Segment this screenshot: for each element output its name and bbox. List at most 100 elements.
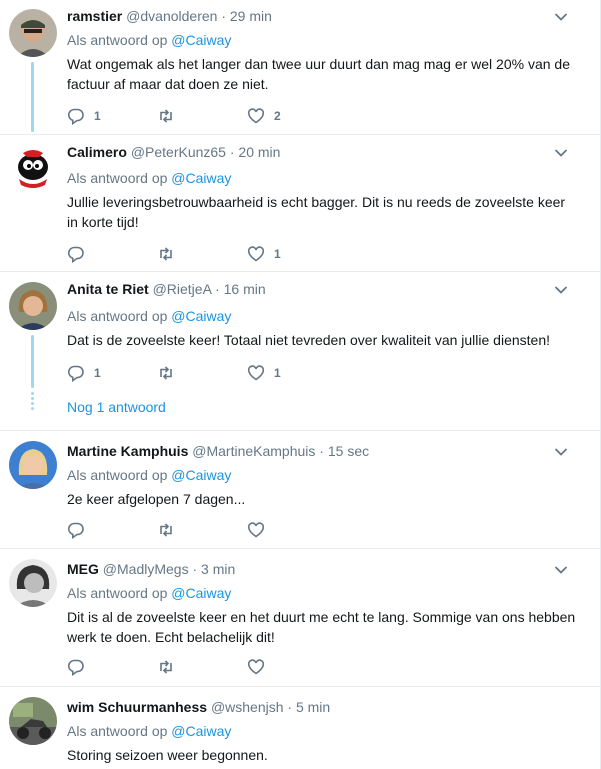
timestamp[interactable]: 29 min: [230, 8, 272, 24]
reply-to-link[interactable]: @Caiway: [171, 467, 231, 483]
reply-button[interactable]: [67, 521, 157, 539]
timestamp[interactable]: 15 sec: [328, 443, 369, 459]
display-name[interactable]: Martine Kamphuis: [67, 443, 188, 459]
timestamp[interactable]: 20 min: [238, 144, 280, 160]
chevron-down-icon[interactable]: [554, 447, 568, 457]
reply-icon: [67, 108, 84, 125]
reply-context: Als antwoord op @Caiway: [67, 584, 231, 602]
tweet-header: Calimero @PeterKunz65 · 20 min: [67, 143, 280, 161]
retweet-button[interactable]: [157, 107, 247, 125]
tweet-header: ramstier @dvanolderen · 29 min: [67, 7, 272, 25]
like-icon: [247, 246, 265, 262]
avatar[interactable]: [9, 282, 57, 330]
reply-to-link[interactable]: @Caiway: [171, 170, 231, 186]
reply-to-link[interactable]: @Caiway: [171, 723, 231, 739]
display-name[interactable]: Calimero: [67, 144, 127, 160]
tweet-text: Wat ongemak als het langer dan twee uur …: [67, 56, 570, 92]
reply-prefix: Als antwoord op: [67, 723, 168, 739]
tweet[interactable]: wim Schuurmanhess @wshenjsh · 5 min Als …: [0, 688, 600, 769]
retweet-button[interactable]: [157, 364, 247, 382]
user-handle[interactable]: @MadlyMegs: [103, 561, 189, 577]
reply-to-link[interactable]: @Caiway: [171, 308, 231, 324]
reply-context: Als antwoord op @Caiway: [67, 466, 231, 484]
user-handle[interactable]: @dvanolderen: [126, 8, 217, 24]
like-button[interactable]: [247, 658, 337, 676]
tweet[interactable]: Anita te Riet @RietjeA · 16 min Als antw…: [0, 273, 600, 431]
reply-prefix: Als antwoord op: [67, 308, 168, 324]
tweet-text: Storing seizoen weer begonnen.: [67, 747, 268, 763]
user-handle[interactable]: @RietjeA: [153, 281, 212, 297]
reply-prefix: Als antwoord op: [67, 170, 168, 186]
reply-to-link[interactable]: @Caiway: [171, 585, 231, 601]
reply-icon: [67, 522, 84, 539]
avatar[interactable]: [9, 145, 57, 193]
timestamp[interactable]: 16 min: [224, 281, 266, 297]
timestamp[interactable]: 5 min: [296, 699, 330, 715]
reply-context: Als antwoord op @Caiway: [67, 307, 231, 325]
user-handle[interactable]: @PeterKunz65: [131, 144, 226, 160]
avatar[interactable]: [9, 697, 57, 745]
separator: ·: [229, 144, 235, 160]
tweet[interactable]: MEG @MadlyMegs · 3 min Als antwoord op @…: [0, 550, 600, 687]
avatar[interactable]: [9, 559, 57, 607]
reply-count: 1: [94, 366, 101, 380]
reply-button[interactable]: [67, 245, 157, 263]
like-icon: [247, 108, 265, 124]
tweet-actions: 1 1: [67, 363, 337, 383]
tweet-text: Dat is de zoveelste keer! Totaal niet te…: [67, 332, 551, 348]
tweet[interactable]: ramstier @dvanolderen · 29 min Als antwo…: [0, 0, 600, 135]
reply-context: Als antwoord op @Caiway: [67, 169, 231, 187]
tweet-actions: 1: [67, 244, 337, 264]
reply-icon: [67, 246, 84, 263]
retweet-button[interactable]: [157, 521, 247, 539]
retweet-icon: [160, 247, 172, 261]
reply-icon: [67, 659, 84, 676]
chevron-down-icon[interactable]: [554, 285, 568, 295]
separator: ·: [192, 561, 198, 577]
reply-button[interactable]: 1: [67, 364, 157, 382]
retweet-button[interactable]: [157, 245, 247, 263]
reply-context: Als antwoord op @Caiway: [67, 722, 231, 740]
like-button[interactable]: 1: [247, 364, 337, 382]
like-count: 1: [274, 247, 281, 261]
like-button[interactable]: 1: [247, 245, 337, 263]
tweet-text: Dit is al de zoveelste keer en het duurt…: [67, 609, 576, 645]
tweet[interactable]: Calimero @PeterKunz65 · 20 min Als antwo…: [0, 136, 600, 272]
tweet[interactable]: Martine Kamphuis @MartineKamphuis · 15 s…: [0, 432, 600, 549]
thread-dots: [31, 392, 34, 412]
separator: ·: [287, 699, 293, 715]
chevron-down-icon[interactable]: [554, 565, 568, 575]
tweet-actions: [67, 520, 337, 540]
display-name[interactable]: wim Schuurmanhess: [67, 699, 207, 715]
avatar[interactable]: [9, 441, 57, 489]
retweet-button[interactable]: [157, 658, 247, 676]
thread-connector: [31, 62, 34, 132]
like-icon: [247, 365, 265, 381]
like-count: 2: [274, 109, 281, 123]
tweet-header: Martine Kamphuis @MartineKamphuis · 15 s…: [67, 442, 369, 460]
reply-prefix: Als antwoord op: [67, 585, 168, 601]
reply-button[interactable]: [67, 658, 157, 676]
like-button[interactable]: [247, 521, 337, 539]
reply-button[interactable]: 1: [67, 107, 157, 125]
tweet-text: Jullie leveringsbetrouwbaarheid is echt …: [67, 194, 566, 230]
tweet-actions: 1 2: [67, 106, 337, 126]
avatar[interactable]: [9, 9, 57, 57]
reply-prefix: Als antwoord op: [67, 32, 168, 48]
like-button[interactable]: 2: [247, 107, 337, 125]
user-handle[interactable]: @MartineKamphuis: [192, 443, 315, 459]
chevron-down-icon[interactable]: [554, 12, 568, 22]
display-name[interactable]: ramstier: [67, 8, 122, 24]
user-handle[interactable]: @wshenjsh: [211, 699, 284, 715]
show-more-replies-link[interactable]: Nog 1 antwoord: [67, 399, 166, 415]
chevron-down-icon[interactable]: [554, 148, 568, 158]
display-name[interactable]: MEG: [67, 561, 99, 577]
retweet-icon: [160, 366, 172, 380]
retweet-icon: [160, 109, 172, 123]
separator: ·: [221, 8, 226, 24]
reply-to-link[interactable]: @Caiway: [171, 32, 231, 48]
display-name[interactable]: Anita te Riet: [67, 281, 149, 297]
separator: ·: [319, 443, 324, 459]
timestamp[interactable]: 3 min: [201, 561, 235, 577]
like-icon: [247, 522, 265, 538]
